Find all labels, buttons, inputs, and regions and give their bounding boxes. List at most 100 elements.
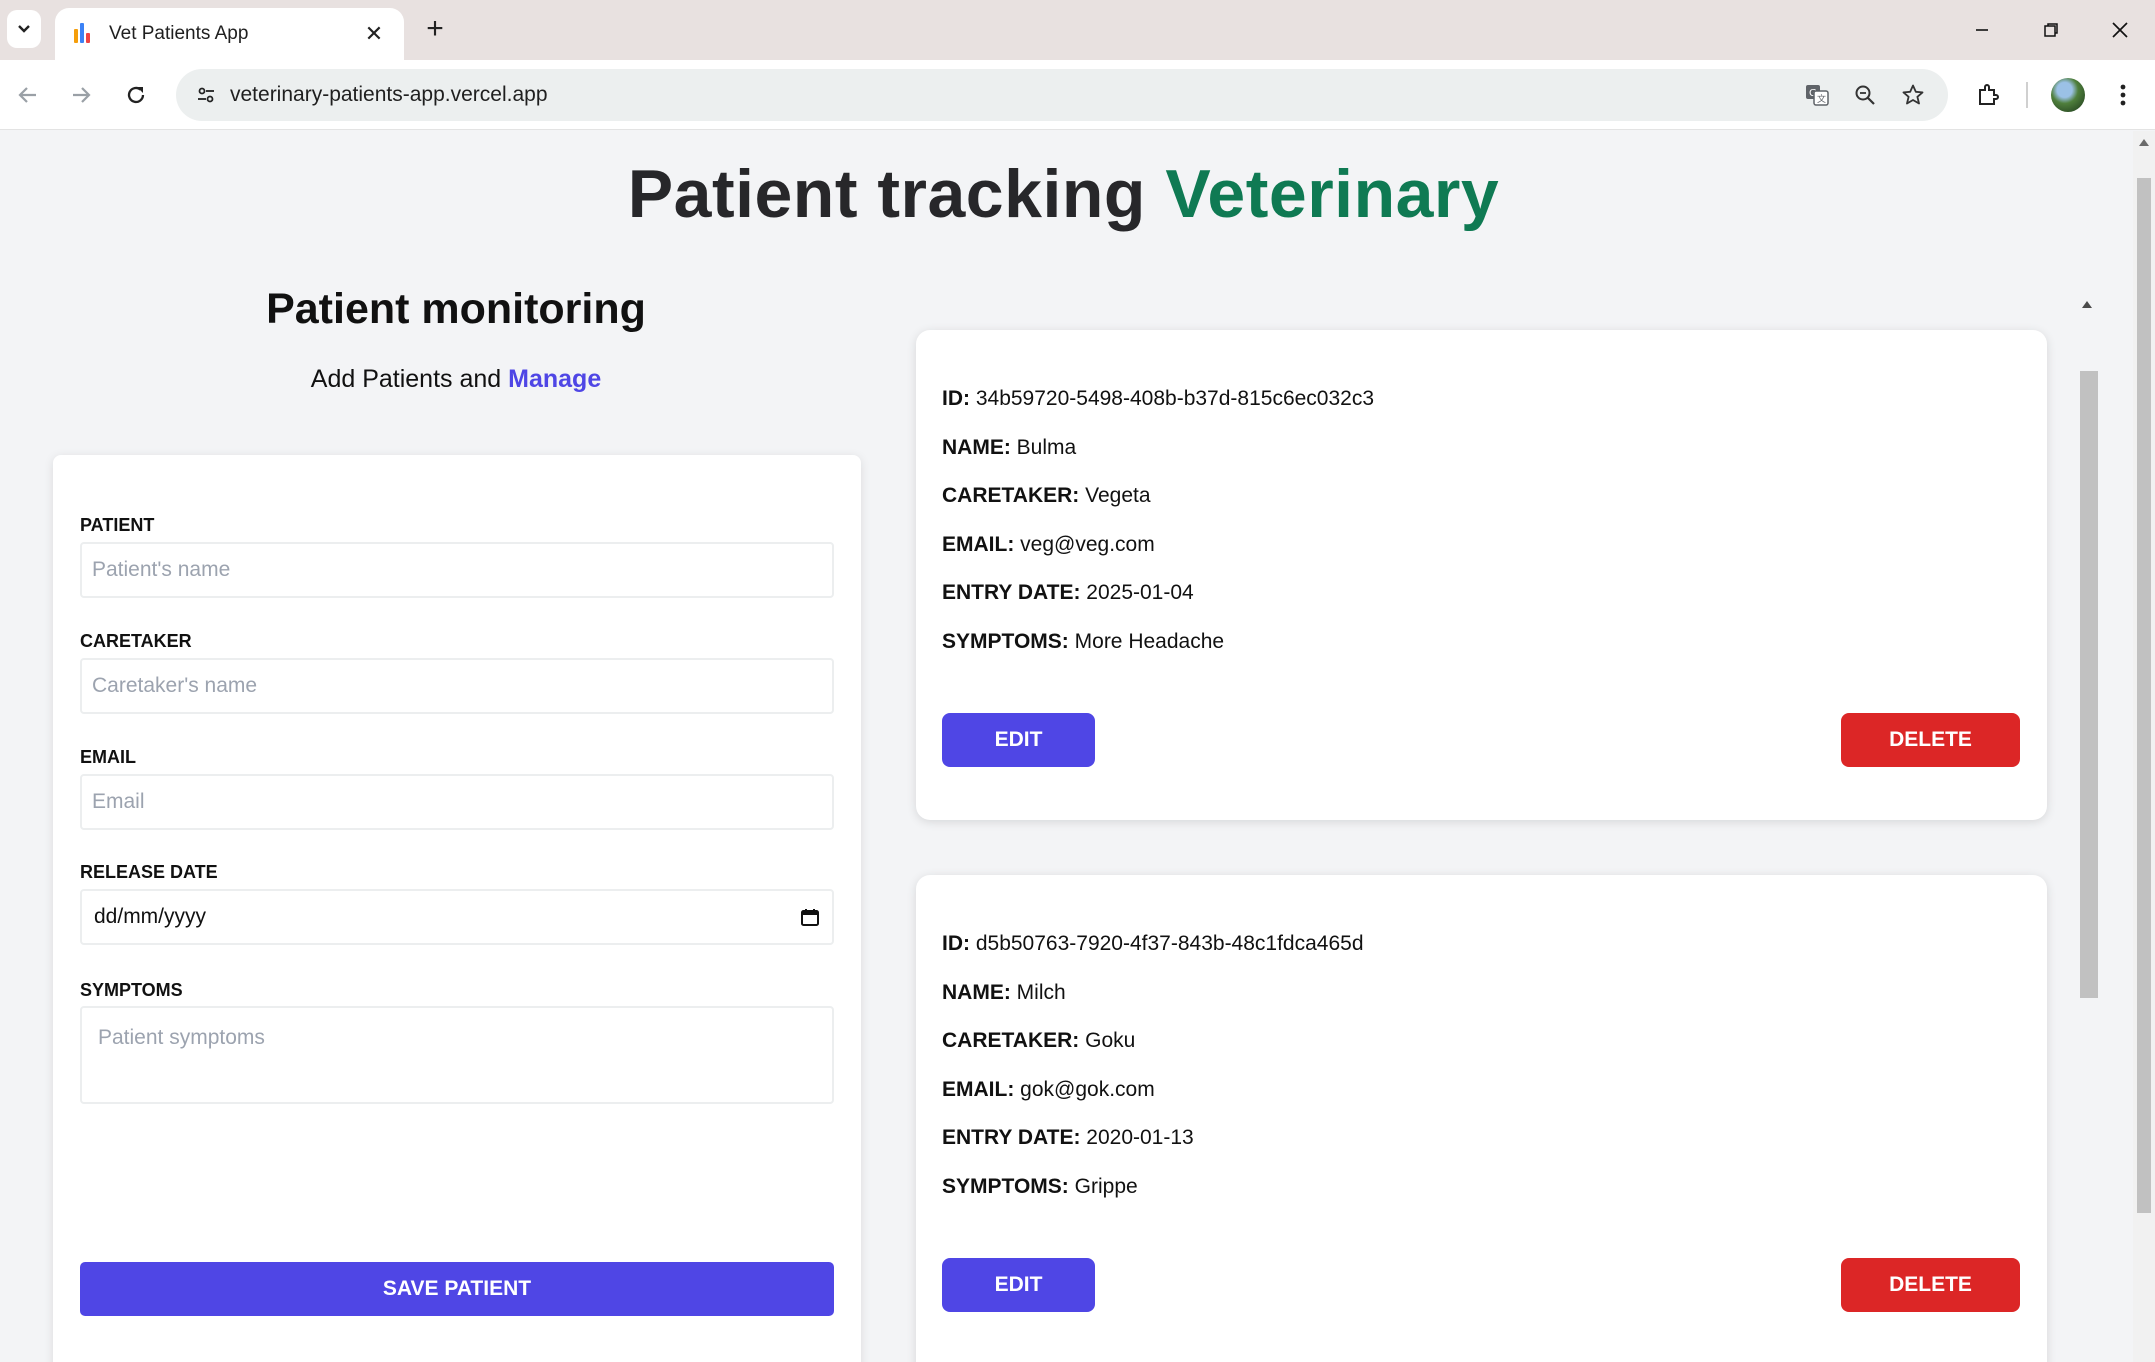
patient-symptoms: SYMPTOMS: Grippe	[942, 1175, 1138, 1199]
name-label: NAME:	[942, 981, 1011, 1004]
release-date-input[interactable]: dd/mm/yyyy	[80, 889, 834, 945]
patient-name: NAME: Milch	[942, 981, 1066, 1005]
app-favicon-icon	[73, 23, 93, 45]
calendar-icon[interactable]	[800, 907, 820, 927]
form-section-title: Patient monitoring	[266, 285, 646, 333]
save-patient-button[interactable]: SAVE PATIENT	[80, 1262, 834, 1316]
page-content: Patient tracking Veterinary Patient moni…	[0, 131, 2133, 1362]
svg-text:文: 文	[1817, 93, 1826, 105]
back-button[interactable]	[8, 75, 48, 115]
extensions-icon[interactable]	[1968, 75, 2008, 115]
patient-entry-date: ENTRY DATE: 2025-01-04	[942, 581, 1194, 605]
browser-tab[interactable]: Vet Patients App ✕	[55, 8, 404, 60]
patient-list[interactable]: ID: 34b59720-5498-408b-b37d-815c6ec032c3…	[900, 291, 2107, 1362]
tab-title: Vet Patients App	[109, 23, 249, 44]
form-section-subtitle: Add Patients and Manage	[52, 365, 860, 394]
symptoms-label: SYMPTOMS:	[942, 630, 1069, 653]
caretaker-label: CARETAKER	[80, 631, 192, 651]
bookmark-star-icon[interactable]	[1897, 79, 1929, 111]
page-title: Patient tracking Veterinary	[0, 155, 2127, 233]
reload-icon	[127, 86, 145, 104]
scroll-up-arrow-icon[interactable]	[2139, 139, 2149, 146]
symptoms-label: SYMPTOMS:	[942, 1175, 1069, 1198]
symptoms-value: More Headache	[1074, 630, 1225, 653]
profile-avatar[interactable]	[2051, 78, 2085, 112]
translate-icon[interactable]: G文	[1801, 79, 1833, 111]
name-value: Milch	[1016, 981, 1066, 1004]
delete-button[interactable]: DELETE	[1841, 1258, 2020, 1312]
new-tab-button[interactable]: +	[418, 12, 452, 46]
email-label: EMAIL	[80, 747, 136, 767]
entry-date-label: ENTRY DATE:	[942, 581, 1081, 604]
patient-id: ID: 34b59720-5498-408b-b37d-815c6ec032c3	[942, 387, 1374, 411]
entry-date-value: 2020-01-13	[1086, 1126, 1194, 1149]
site-settings-icon[interactable]	[188, 77, 224, 113]
patient-name: NAME: Bulma	[942, 436, 1076, 460]
minimize-icon	[1976, 29, 1988, 31]
entry-date-value: 2025-01-04	[1086, 581, 1194, 604]
scroll-up-arrow-icon[interactable]	[2082, 301, 2092, 308]
minimize-button[interactable]	[1952, 10, 2012, 50]
subtitle-text: Add Patients and	[310, 365, 502, 393]
restore-icon	[2044, 23, 2058, 37]
patient-list-scrollbar[interactable]	[2076, 291, 2098, 1362]
chevron-down-icon	[18, 25, 30, 33]
page-title-main: Patient tracking	[627, 156, 1146, 232]
restore-button[interactable]	[2021, 10, 2081, 50]
page-scrollbar[interactable]	[2133, 131, 2155, 1362]
patient-email: EMAIL: gok@gok.com	[942, 1078, 1155, 1102]
delete-button[interactable]: DELETE	[1841, 713, 2020, 767]
release-date-value: dd/mm/yyyy	[94, 905, 207, 928]
caretaker-value: Goku	[1085, 1029, 1136, 1052]
patient-caretaker: CARETAKER: Goku	[942, 1029, 1135, 1053]
arrow-right-icon	[73, 87, 91, 103]
id-value: d5b50763-7920-4f37-843b-48c1fdca465d	[975, 932, 1364, 955]
tab-search-button[interactable]	[7, 10, 41, 48]
patient-id: ID: d5b50763-7920-4f37-843b-48c1fdca465d	[942, 932, 1364, 956]
browser-tab-bar: Vet Patients App ✕ +	[0, 0, 2155, 60]
close-window-button[interactable]	[2090, 10, 2150, 50]
name-label: NAME:	[942, 436, 1011, 459]
patient-name-input[interactable]	[80, 542, 834, 598]
caretaker-label: CARETAKER:	[942, 1029, 1080, 1052]
page-title-accent: Veterinary	[1165, 156, 1500, 232]
email-label: EMAIL:	[942, 533, 1015, 556]
id-value: 34b59720-5498-408b-b37d-815c6ec032c3	[975, 387, 1375, 410]
edit-button[interactable]: EDIT	[942, 713, 1095, 767]
patient-card: ID: d5b50763-7920-4f37-843b-48c1fdca465d…	[916, 875, 2047, 1362]
reload-button[interactable]	[116, 75, 156, 115]
kebab-menu-icon[interactable]	[2103, 75, 2143, 115]
arrow-left-icon	[18, 87, 36, 103]
address-bar[interactable]: veterinary-patients-app.vercel.app G文	[176, 69, 1948, 121]
toolbar-divider	[2026, 82, 2028, 108]
forward-button[interactable]	[61, 75, 101, 115]
scrollbar-thumb[interactable]	[2137, 178, 2151, 1213]
caretaker-name-input[interactable]	[80, 658, 834, 714]
patient-caretaker: CARETAKER: Vegeta	[942, 484, 1151, 508]
symptoms-value: Grippe	[1074, 1175, 1138, 1198]
email-input[interactable]	[80, 774, 834, 830]
subtitle-accent: Manage	[508, 365, 602, 393]
symptoms-label: SYMPTOMS	[80, 980, 183, 1000]
caretaker-label: CARETAKER:	[942, 484, 1080, 507]
patient-card: ID: 34b59720-5498-408b-b37d-815c6ec032c3…	[916, 330, 2047, 820]
zoom-icon[interactable]	[1849, 79, 1881, 111]
email-label: EMAIL:	[942, 1078, 1015, 1101]
patient-symptoms: SYMPTOMS: More Headache	[942, 630, 1224, 654]
edit-button[interactable]: EDIT	[942, 1258, 1095, 1312]
name-value: Bulma	[1016, 436, 1077, 459]
caretaker-value: Vegeta	[1085, 484, 1151, 507]
patient-entry-date: ENTRY DATE: 2020-01-13	[942, 1126, 1194, 1150]
symptoms-textarea[interactable]	[80, 1006, 834, 1104]
tab-close-icon[interactable]: ✕	[362, 21, 386, 47]
patient-form: PATIENT CARETAKER EMAIL RELEASE DATE dd/…	[53, 455, 861, 1362]
id-label: ID:	[942, 932, 970, 955]
browser-toolbar: veterinary-patients-app.vercel.app G文	[0, 60, 2155, 130]
patient-label: PATIENT	[80, 515, 155, 535]
scrollbar-thumb[interactable]	[2080, 371, 2098, 998]
release-date-label: RELEASE DATE	[80, 862, 218, 882]
url-text: veterinary-patients-app.vercel.app	[230, 83, 548, 106]
email-value: gok@gok.com	[1020, 1078, 1155, 1101]
email-value: veg@veg.com	[1020, 533, 1155, 556]
patient-email: EMAIL: veg@veg.com	[942, 533, 1155, 557]
